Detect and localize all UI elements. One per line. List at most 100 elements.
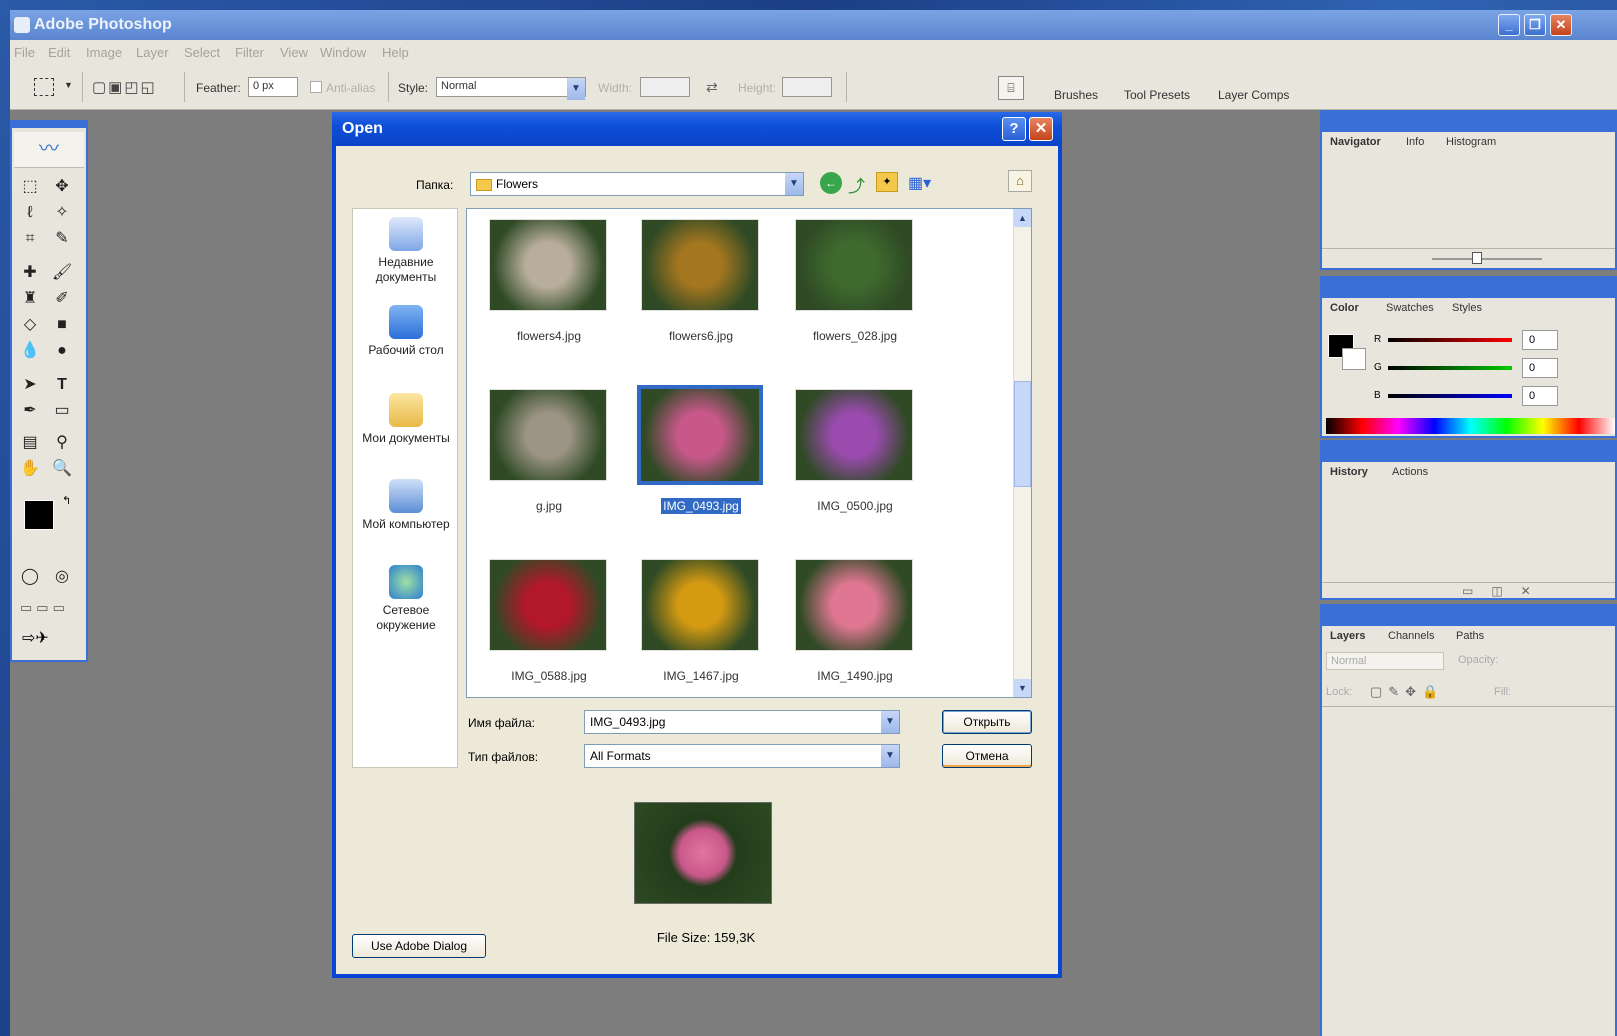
file-item[interactable]: flowers_028.jpg (785, 211, 925, 361)
dialog-close-button[interactable]: ✕ (1029, 117, 1053, 141)
menu-image[interactable]: Image (86, 45, 122, 60)
well-tab-brushes[interactable]: Brushes (1054, 88, 1098, 102)
tab-navigator[interactable]: Navigator (1330, 136, 1381, 148)
file-item[interactable]: IMG_1490.jpg (785, 551, 925, 701)
type-icon[interactable]: T (50, 374, 74, 396)
red-slider[interactable] (1388, 338, 1512, 342)
help-button[interactable]: ? (1002, 117, 1026, 141)
place-recent[interactable]: Недавние документы (353, 217, 459, 285)
color-ramp[interactable] (1326, 418, 1615, 434)
use-adobe-dialog-button[interactable]: Use Adobe Dialog (352, 934, 486, 958)
quick-mask-icon[interactable]: ◎ (50, 566, 74, 588)
green-value[interactable]: 0 (1522, 358, 1558, 378)
tab-styles[interactable]: Styles (1452, 302, 1482, 314)
menu-edit[interactable]: Edit (48, 45, 70, 60)
selection-mode-icons[interactable]: ▢▣◰◱ (92, 78, 164, 98)
swap-colors-icon[interactable]: ↰ (62, 494, 71, 507)
move-icon[interactable]: ✥ (50, 176, 74, 198)
file-item[interactable]: flowers6.jpg (631, 211, 771, 361)
scroll-up-icon[interactable]: ▲ (1014, 209, 1031, 227)
red-value[interactable]: 0 (1522, 330, 1558, 350)
menu-select[interactable]: Select (184, 45, 220, 60)
scrollbar[interactable]: ▲ ▼ (1013, 209, 1031, 697)
feather-logo-icon[interactable]: 〰 (14, 132, 84, 168)
file-item[interactable]: flowers4.jpg (479, 211, 619, 361)
menu-layer[interactable]: Layer (136, 45, 169, 60)
folder-select[interactable]: Flowers ▼ (470, 172, 804, 196)
dodge-icon[interactable]: ● (50, 340, 74, 362)
style-select[interactable]: Normal ▼ (436, 77, 586, 100)
pen-icon[interactable]: ✒ (18, 400, 42, 422)
place-network[interactable]: Сетевое окружение (353, 565, 459, 633)
place-desktop[interactable]: Рабочий стол (353, 305, 459, 358)
lock-icons[interactable]: ▢✎✥🔒 (1370, 684, 1444, 700)
file-browser-icon[interactable]: ⌸ (998, 76, 1024, 100)
filename-input[interactable]: IMG_0493.jpg ▼ (584, 710, 900, 734)
file-item[interactable]: IMG_0493.jpg (631, 381, 771, 531)
tab-paths[interactable]: Paths (1456, 630, 1484, 642)
history-action-icons[interactable]: ▭◫✕ (1462, 584, 1549, 598)
blue-slider[interactable] (1388, 394, 1512, 398)
path-selection-icon[interactable]: ➤ (18, 374, 42, 396)
slice-icon[interactable]: ✎ (50, 228, 74, 250)
scroll-thumb[interactable] (1014, 381, 1031, 487)
tab-history[interactable]: History (1330, 466, 1368, 478)
brush-icon[interactable]: 🖌 (50, 262, 74, 284)
restore-button[interactable]: ❐ (1524, 14, 1546, 36)
antialias-checkbox[interactable] (310, 81, 322, 93)
well-tab-tool-presets[interactable]: Tool Presets (1124, 88, 1190, 102)
feather-input[interactable]: 0 px (248, 77, 298, 97)
tab-color[interactable]: Color (1330, 302, 1359, 314)
foreground-color-swatch[interactable] (24, 500, 54, 530)
zoom-slider[interactable] (1432, 258, 1542, 260)
gradient-icon[interactable]: ■ (50, 314, 74, 336)
cancel-button[interactable]: Отмена (942, 744, 1032, 768)
menu-file[interactable]: File (14, 45, 35, 60)
background-swatch[interactable] (1342, 348, 1366, 370)
blue-value[interactable]: 0 (1522, 386, 1558, 406)
tool-preset-chevron-icon[interactable]: ▼ (64, 80, 73, 90)
eyedropper-icon[interactable]: ⚲ (50, 432, 74, 454)
swap-icon[interactable]: ⇄ (706, 79, 718, 96)
tab-channels[interactable]: Channels (1388, 630, 1434, 642)
back-icon[interactable]: ← (820, 172, 842, 194)
marquee-icon[interactable]: ⬚ (18, 176, 42, 198)
menu-window[interactable]: Window (320, 45, 366, 60)
zoom-icon[interactable]: 🔍 (50, 458, 74, 480)
menu-view[interactable]: View (280, 45, 308, 60)
place-my-documents[interactable]: Мои документы (353, 393, 459, 446)
jump-to-imageready-icon[interactable]: ⇨✈ (22, 628, 49, 648)
blur-icon[interactable]: 💧 (18, 340, 42, 362)
tab-swatches[interactable]: Swatches (1386, 302, 1434, 314)
folder-browse-icon[interactable]: ⌂ (1008, 170, 1032, 192)
blend-mode-select[interactable]: Normal (1326, 652, 1444, 670)
new-folder-icon[interactable]: ✦ (876, 172, 898, 192)
tab-info[interactable]: Info (1406, 136, 1424, 148)
crop-icon[interactable]: ⌗ (18, 228, 42, 250)
view-menu-icon[interactable]: ▦▾ (908, 173, 931, 193)
clone-stamp-icon[interactable]: ♜ (18, 288, 42, 310)
tab-layers[interactable]: Layers (1330, 630, 1365, 642)
marquee-tool-icon[interactable] (34, 78, 54, 96)
file-item[interactable]: IMG_0500.jpg (785, 381, 925, 531)
notes-icon[interactable]: ▤ (18, 432, 42, 454)
close-button[interactable]: ✕ (1550, 14, 1572, 36)
standard-mode-icon[interactable]: ◯ (18, 566, 42, 588)
file-item[interactable]: g.jpg (479, 381, 619, 531)
up-folder-icon[interactable]: ⤴ (848, 172, 865, 197)
healing-brush-icon[interactable]: ✚ (18, 262, 42, 284)
screen-mode-icons[interactable]: ▭▭▭ (20, 600, 69, 616)
zoom-slider-thumb[interactable] (1472, 252, 1482, 264)
green-slider[interactable] (1388, 366, 1512, 370)
menu-help[interactable]: Help (382, 45, 409, 60)
hand-icon[interactable]: ✋ (18, 458, 42, 480)
history-brush-icon[interactable]: ✐ (50, 288, 74, 310)
height-input[interactable] (782, 77, 832, 97)
filetype-select[interactable]: All Formats ▼ (584, 744, 900, 768)
place-my-computer[interactable]: Мой компьютер (353, 479, 459, 532)
width-input[interactable] (640, 77, 690, 97)
file-item[interactable]: IMG_1467.jpg (631, 551, 771, 701)
shape-icon[interactable]: ▭ (50, 400, 74, 422)
file-item[interactable]: IMG_0588.jpg (479, 551, 619, 701)
open-button[interactable]: Открыть (942, 710, 1032, 734)
